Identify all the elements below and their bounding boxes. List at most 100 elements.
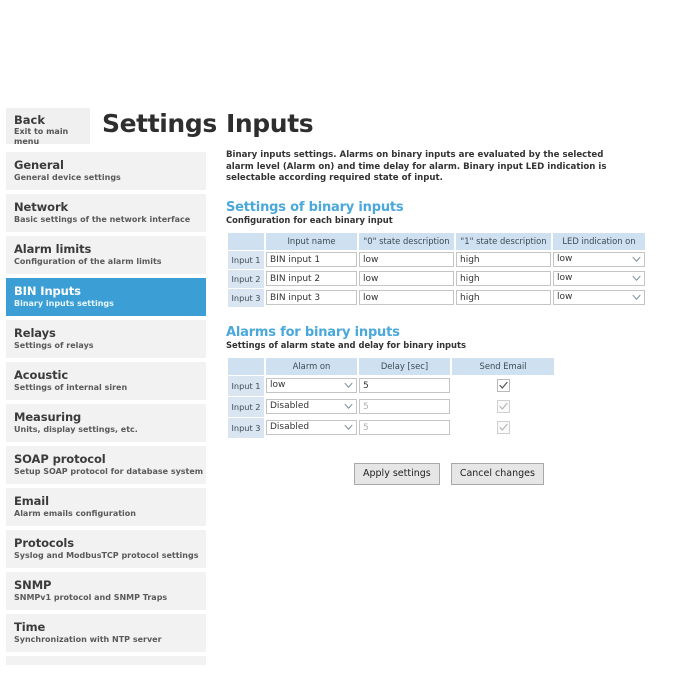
column-header-state0: "0" state description bbox=[359, 232, 454, 250]
sidebar-item-bin-inputs[interactable]: BIN Inputs Binary inputs settings bbox=[6, 278, 206, 316]
sidebar-item-subtitle: Synchronization with NTP server bbox=[14, 635, 162, 644]
state1-description-field[interactable] bbox=[456, 271, 551, 286]
section-subheading-binary-inputs: Configuration for each binary input bbox=[226, 214, 393, 225]
send-email-checkbox[interactable] bbox=[496, 421, 510, 434]
checkmark-icon bbox=[498, 381, 508, 390]
sidebar-item-title: Alarm limits bbox=[14, 242, 92, 256]
state1-description-field[interactable] bbox=[456, 252, 551, 267]
sidebar-item-measuring[interactable]: Measuring Units, display settings, etc. bbox=[6, 404, 206, 442]
chevron-down-icon bbox=[632, 294, 641, 301]
sidebar-item-acoustic[interactable]: Acoustic Settings of internal siren bbox=[6, 362, 206, 400]
led-indication-value: low bbox=[557, 292, 573, 302]
table-row: Input 2 low bbox=[228, 269, 645, 288]
back-button-label: Back bbox=[14, 113, 45, 127]
column-header-delay: Delay [sec] bbox=[359, 357, 450, 375]
delay-field[interactable] bbox=[359, 420, 450, 435]
cancel-changes-button[interactable]: Cancel changes bbox=[450, 462, 544, 485]
sidebar-item-subtitle: Units, display settings, etc. bbox=[14, 425, 138, 434]
settings-title: Settings bbox=[102, 109, 217, 138]
sidebar-item-title: Measuring bbox=[14, 410, 82, 424]
alarms-table: Alarm on Delay [sec] Send Email Input 1 l… bbox=[226, 357, 556, 439]
led-indication-select[interactable]: low bbox=[553, 252, 645, 267]
sidebar-item-snmp[interactable]: SNMP SNMPv1 protocol and SNMP Traps bbox=[6, 572, 206, 610]
section-heading-alarms: Alarms for binary inputs bbox=[226, 324, 400, 340]
sidebar-item-title: BIN Inputs bbox=[14, 284, 81, 298]
settings-page: Back Exit to main menu Settings Inputs G… bbox=[0, 0, 700, 700]
input-name-field[interactable] bbox=[266, 290, 357, 305]
alarm-on-value: low bbox=[270, 380, 286, 390]
sidebar-item-subtitle: Settings of relays bbox=[14, 341, 94, 350]
sidebar-item-general[interactable]: General General device settings bbox=[6, 152, 206, 190]
sidebar-item-alarm-limits[interactable]: Alarm limits Configuration of the alarm l… bbox=[6, 236, 206, 274]
checkmark-icon bbox=[498, 423, 508, 432]
delay-field[interactable] bbox=[359, 399, 450, 414]
column-header-state1: "1" state description bbox=[456, 232, 551, 250]
column-header-input-name: Input name bbox=[266, 232, 357, 250]
sidebar-item-title: Relays bbox=[14, 326, 56, 340]
sidebar-item-soap-protocol[interactable]: SOAP protocol Setup SOAP protocol for dat… bbox=[6, 446, 206, 484]
state0-description-field[interactable] bbox=[359, 252, 454, 267]
sidebar-item-title: SNMP bbox=[14, 578, 52, 592]
sidebar-item-time[interactable]: Time Synchronization with NTP server bbox=[6, 614, 206, 652]
state1-description-field[interactable] bbox=[456, 290, 551, 305]
row-label: Input 1 bbox=[228, 250, 264, 269]
table-row: Input 1 low bbox=[228, 375, 554, 396]
sidebar-item-title: General bbox=[14, 158, 64, 172]
chevron-down-icon bbox=[344, 382, 353, 389]
table-row: Input 3 Disabled bbox=[228, 417, 554, 438]
sidebar-item-title: Email bbox=[14, 494, 49, 508]
column-header-led-indication: LED indication on bbox=[553, 232, 645, 250]
table-row: Input 2 Disabled bbox=[228, 396, 554, 417]
led-indication-select[interactable]: low bbox=[553, 271, 645, 286]
binary-inputs-table: Input name "0" state description "1" sta… bbox=[226, 232, 647, 308]
sidebar-nav: General General device settings Network Bas… bbox=[6, 152, 206, 669]
chevron-down-icon bbox=[344, 424, 353, 431]
apply-settings-button[interactable]: Apply settings bbox=[354, 462, 440, 485]
sidebar-item-title: Network bbox=[14, 200, 69, 214]
led-indication-select[interactable]: low bbox=[553, 290, 645, 305]
sidebar-item-partial[interactable] bbox=[6, 656, 206, 665]
input-name-field[interactable] bbox=[266, 252, 357, 267]
sidebar-item-relays[interactable]: Relays Settings of relays bbox=[6, 320, 206, 358]
sidebar-item-title: Protocols bbox=[14, 536, 75, 550]
checkmark-icon bbox=[498, 402, 508, 411]
sidebar-item-protocols[interactable]: Protocols Syslog and ModbusTCP protocol s… bbox=[6, 530, 206, 568]
chevron-down-icon bbox=[632, 256, 641, 263]
state0-description-field[interactable] bbox=[359, 290, 454, 305]
page-title: Inputs bbox=[226, 109, 314, 138]
chevron-down-icon bbox=[632, 275, 641, 282]
back-button[interactable]: Back Exit to main menu bbox=[6, 108, 90, 146]
page-description: Binary inputs settings. Alarms on binary… bbox=[226, 150, 607, 183]
back-button-sublabel: Exit to main menu bbox=[14, 127, 69, 146]
delay-field[interactable] bbox=[359, 378, 450, 393]
column-header-send-email: Send Email bbox=[452, 357, 554, 375]
alarm-on-select[interactable]: low bbox=[266, 378, 357, 393]
table-row: Input 1 low bbox=[228, 250, 645, 269]
sidebar-item-subtitle: Setup SOAP protocol for database system bbox=[14, 467, 204, 476]
row-label: Input 2 bbox=[228, 269, 264, 288]
row-label: Input 2 bbox=[228, 396, 264, 417]
sidebar-item-subtitle: Binary inputs settings bbox=[14, 299, 114, 308]
sidebar-item-title: Acoustic bbox=[14, 368, 69, 382]
sidebar-item-email[interactable]: Email Alarm emails configuration bbox=[6, 488, 206, 526]
page-header: Back Exit to main menu Settings Inputs bbox=[0, 108, 700, 148]
sidebar-item-subtitle: General device settings bbox=[14, 173, 121, 182]
sidebar-item-title: Time bbox=[14, 620, 46, 634]
section-subheading-alarms: Settings of alarm state and delay for bi… bbox=[226, 339, 466, 350]
alarm-on-select[interactable]: Disabled bbox=[266, 420, 357, 435]
send-email-checkbox[interactable] bbox=[496, 379, 510, 392]
state0-description-field[interactable] bbox=[359, 271, 454, 286]
led-indication-value: low bbox=[557, 273, 573, 283]
form-actions: Apply settings Cancel changes bbox=[226, 461, 696, 485]
input-name-field[interactable] bbox=[266, 271, 357, 286]
send-email-checkbox[interactable] bbox=[496, 400, 510, 413]
chevron-down-icon bbox=[344, 403, 353, 410]
section-heading-binary-inputs: Settings of binary inputs bbox=[226, 199, 404, 215]
table-row: Input 3 low bbox=[228, 288, 645, 307]
column-header-alarm-on: Alarm on bbox=[266, 357, 357, 375]
sidebar-item-network[interactable]: Network Basic settings of the network int… bbox=[6, 194, 206, 232]
sidebar-item-subtitle: Alarm emails configuration bbox=[14, 509, 136, 518]
row-label: Input 3 bbox=[228, 417, 264, 438]
sidebar-item-subtitle: Settings of internal siren bbox=[14, 383, 128, 392]
alarm-on-select[interactable]: Disabled bbox=[266, 399, 357, 414]
